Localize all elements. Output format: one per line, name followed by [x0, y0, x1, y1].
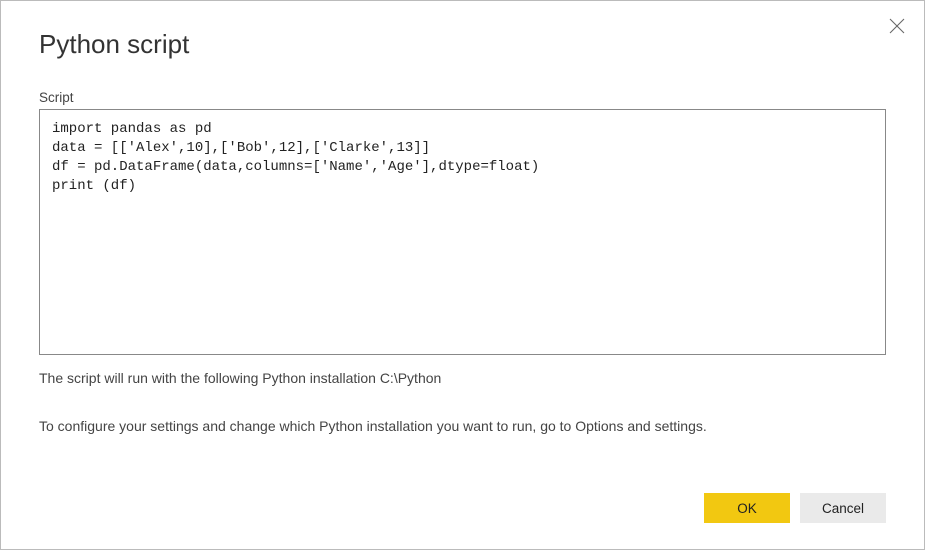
- install-path-hint: The script will run with the following P…: [39, 370, 886, 386]
- cancel-button[interactable]: Cancel: [800, 493, 886, 523]
- script-field-label: Script: [39, 90, 886, 105]
- configure-hint: To configure your settings and change wh…: [39, 418, 886, 434]
- close-icon[interactable]: [888, 17, 906, 35]
- ok-button[interactable]: OK: [704, 493, 790, 523]
- dialog-title: Python script: [39, 29, 886, 60]
- script-input[interactable]: [39, 109, 886, 355]
- python-script-dialog: Python script Script The script will run…: [0, 0, 925, 550]
- button-row: OK Cancel: [704, 493, 886, 523]
